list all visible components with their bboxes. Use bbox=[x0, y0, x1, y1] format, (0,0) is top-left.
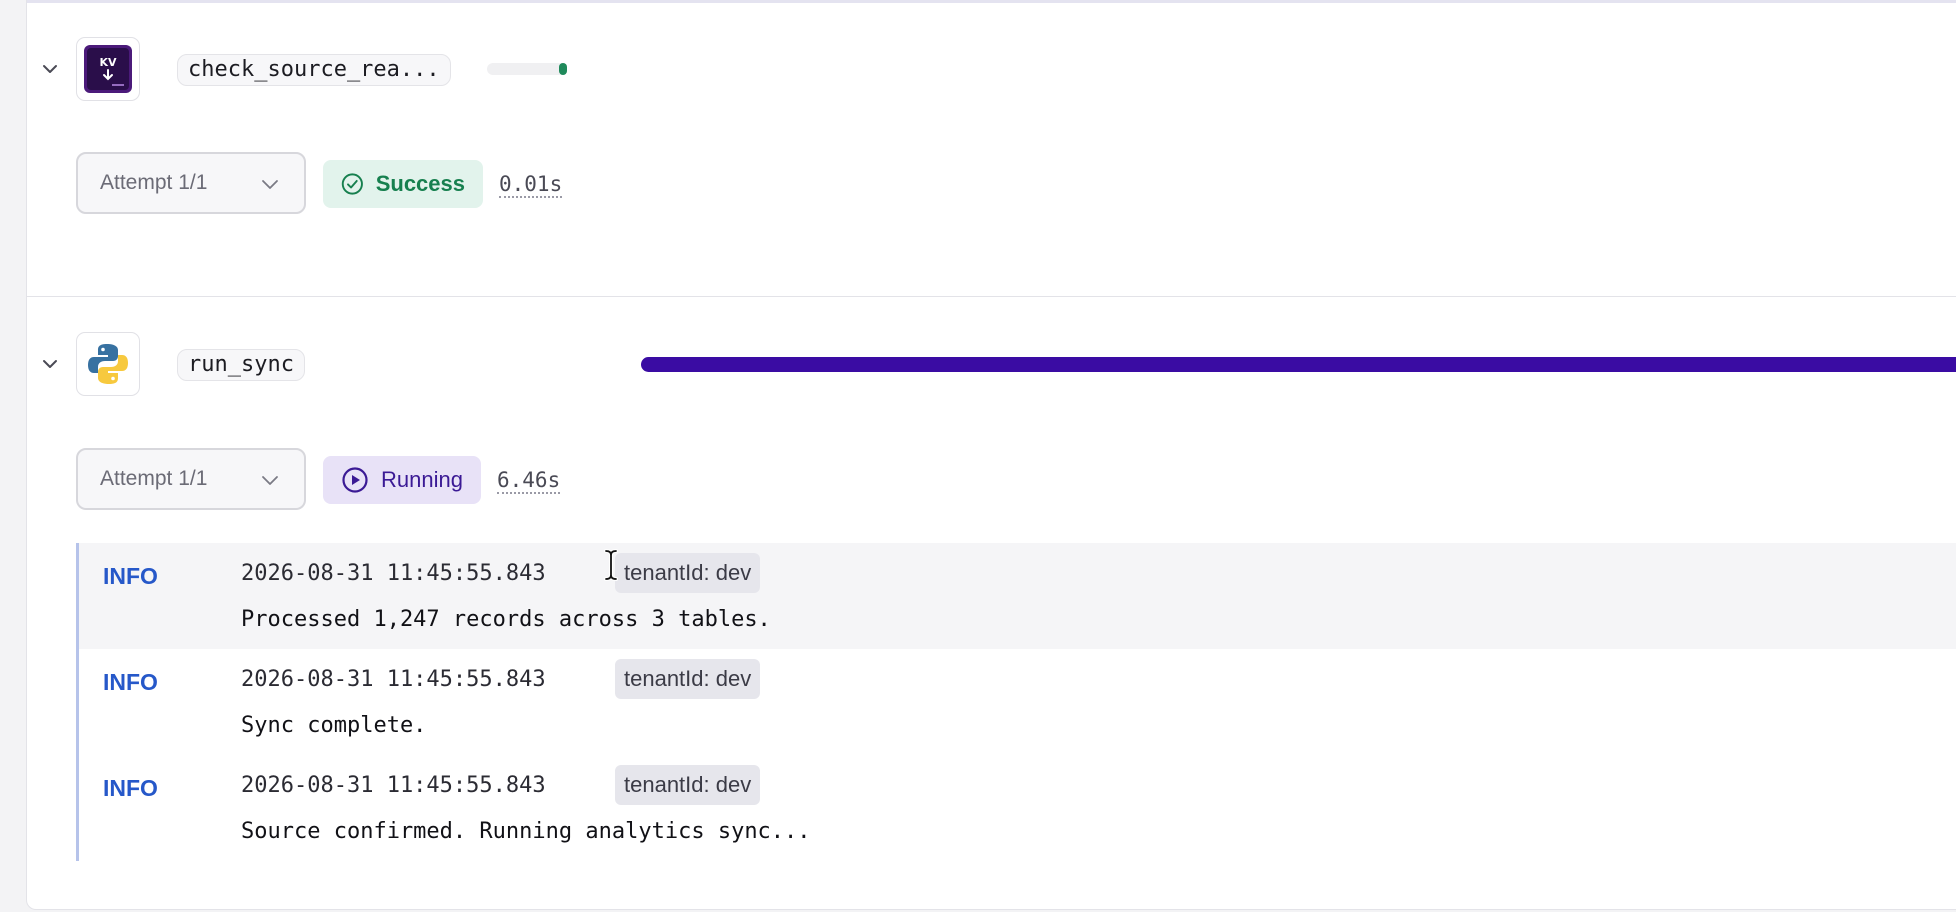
svg-text:KV: KV bbox=[99, 56, 117, 69]
log-timestamp: 2026-08-31 11:45:55.843 bbox=[241, 561, 546, 586]
status-text: Success bbox=[375, 171, 465, 196]
log-timestamp: 2026-08-31 11:45:55.843 bbox=[241, 667, 546, 692]
chevron-down-icon[interactable] bbox=[41, 60, 59, 78]
log-list: INFO 2026-08-31 11:45:55.843 tenantId: d… bbox=[76, 543, 1956, 861]
task-duration[interactable]: 6.46s bbox=[497, 468, 561, 494]
section-divider bbox=[27, 296, 1956, 297]
chevron-down-icon bbox=[262, 180, 278, 189]
text-cursor-icon bbox=[604, 549, 618, 581]
log-message: Source confirmed. Running analytics sync… bbox=[241, 819, 811, 844]
task-progress-track bbox=[641, 357, 1956, 372]
python-icon bbox=[76, 332, 140, 396]
play-circle-icon bbox=[342, 467, 368, 493]
attempt-label: Attempt 1/1 bbox=[100, 467, 208, 490]
log-level: INFO bbox=[103, 563, 158, 589]
log-level: INFO bbox=[103, 775, 158, 801]
task-duration[interactable]: 0.01s bbox=[499, 172, 563, 198]
task-name[interactable]: check_source_rea... bbox=[177, 54, 451, 86]
log-timestamp: 2026-08-31 11:45:55.843 bbox=[241, 773, 546, 798]
log-entry[interactable]: INFO 2026-08-31 11:45:55.843 tenantId: d… bbox=[79, 755, 1956, 861]
task-progress-track bbox=[487, 63, 567, 75]
kv-store-icon: KV bbox=[76, 37, 140, 101]
status-badge: Success bbox=[323, 160, 483, 208]
log-entry[interactable]: INFO 2026-08-31 11:45:55.843 tenantId: d… bbox=[79, 543, 1956, 649]
status-text: Running bbox=[381, 467, 463, 492]
check-circle-icon bbox=[341, 173, 363, 195]
log-level: INFO bbox=[103, 669, 158, 695]
log-message: Processed 1,247 records across 3 tables. bbox=[241, 607, 771, 632]
task-name[interactable]: run_sync bbox=[177, 349, 305, 381]
chevron-down-icon bbox=[262, 476, 278, 485]
log-message: Sync complete. bbox=[241, 713, 427, 738]
attempt-select[interactable]: Attempt 1/1 bbox=[76, 152, 306, 214]
status-badge: Running bbox=[323, 456, 481, 504]
log-tag[interactable]: tenantId: dev bbox=[615, 659, 761, 699]
log-tag[interactable]: tenantId: dev bbox=[615, 765, 761, 805]
attempt-label: Attempt 1/1 bbox=[100, 171, 208, 194]
task-progress-fill bbox=[641, 357, 1956, 372]
top-border bbox=[27, 0, 1956, 3]
chevron-down-icon[interactable] bbox=[41, 355, 59, 373]
log-entry[interactable]: INFO 2026-08-31 11:45:55.843 tenantId: d… bbox=[79, 649, 1956, 755]
task-run-panel: KV check_source_rea... Attempt 1/1 Succe… bbox=[26, 0, 1956, 910]
log-tag[interactable]: tenantId: dev bbox=[615, 553, 761, 593]
attempt-select[interactable]: Attempt 1/1 bbox=[76, 448, 306, 510]
task-progress-fill bbox=[559, 63, 567, 75]
